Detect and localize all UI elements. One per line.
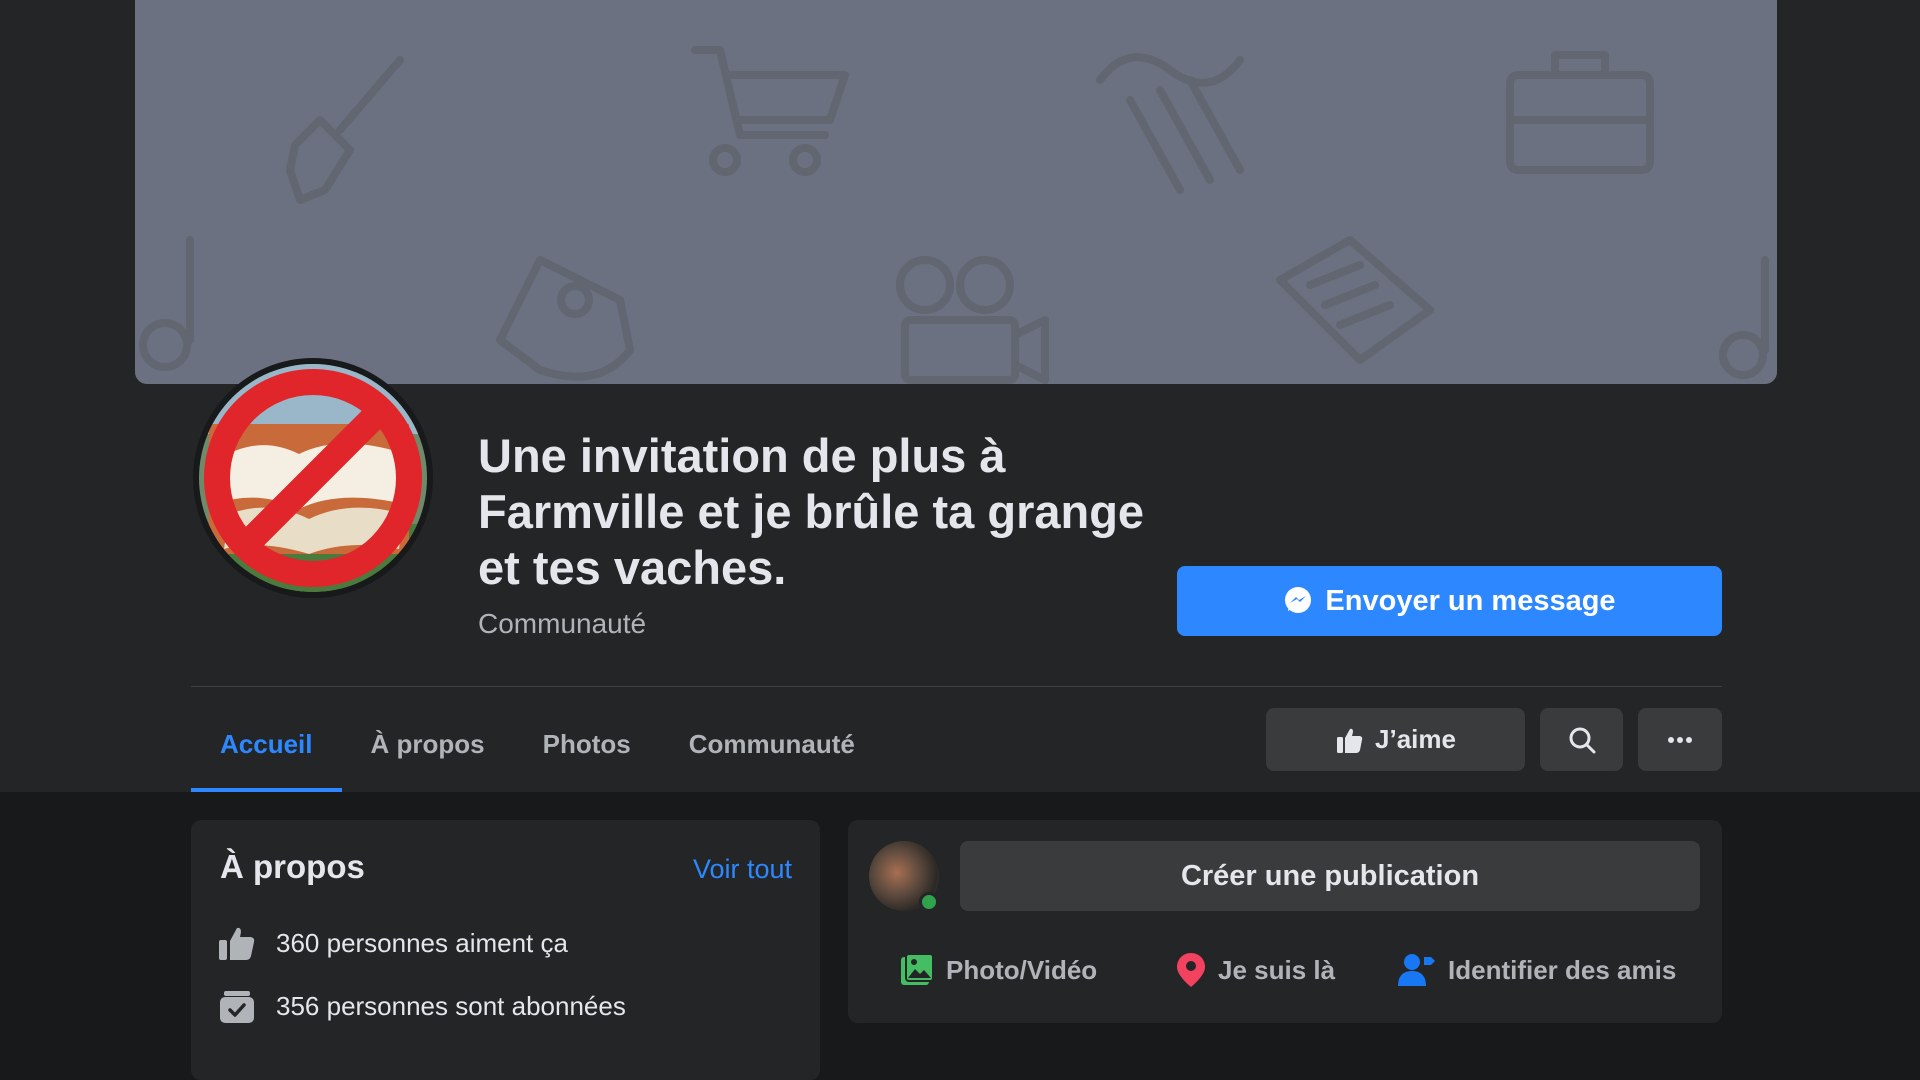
briefcase-icon bbox=[1506, 51, 1654, 174]
post-composer: Créer une publication Photo/Vidéo Je sui… bbox=[848, 820, 1722, 1023]
header-divider bbox=[191, 686, 1722, 687]
thumbs-up-icon bbox=[1335, 725, 1365, 755]
location-pin-icon bbox=[1176, 952, 1206, 988]
page-tabs: Accueil À propos Photos Communauté bbox=[191, 697, 884, 792]
paintbrush-icon bbox=[286, 56, 404, 204]
shopping-cart-icon bbox=[691, 46, 849, 176]
messenger-icon bbox=[1283, 586, 1313, 616]
tab-communaute[interactable]: Communauté bbox=[660, 697, 884, 792]
cover-pattern bbox=[139, 46, 1769, 384]
page-category[interactable]: Communauté bbox=[478, 608, 646, 640]
about-title: À propos bbox=[220, 848, 365, 885]
likes-count: 360 personnes aiment ça bbox=[276, 927, 568, 958]
no-farmville-logo bbox=[199, 364, 427, 592]
create-post-button[interactable]: Créer une publication bbox=[960, 841, 1700, 911]
tab-photos[interactable]: Photos bbox=[514, 697, 660, 792]
likes-count-row: 360 personnes aiment ça bbox=[218, 924, 568, 962]
music-note-icon bbox=[1719, 256, 1769, 379]
tab-label: Accueil bbox=[220, 729, 313, 759]
tag-friends-label: Identifier des amis bbox=[1448, 954, 1677, 985]
followers-count: 356 personnes sont abonnées bbox=[276, 990, 626, 1021]
create-post-label: Créer une publication bbox=[1180, 859, 1480, 892]
car-icon bbox=[496, 256, 634, 381]
like-label: J’aime bbox=[1375, 724, 1456, 754]
photo-video-button[interactable]: Photo/Vidéo bbox=[900, 942, 1097, 998]
tag-friends-icon bbox=[1398, 953, 1436, 987]
tab-label: À propos bbox=[370, 729, 485, 759]
tab-a-propos[interactable]: À propos bbox=[342, 697, 514, 792]
thumbs-up-icon bbox=[218, 924, 256, 962]
book-icon bbox=[1276, 236, 1434, 364]
tab-label: Photos bbox=[542, 729, 631, 759]
see-all-link[interactable]: Voir tout bbox=[693, 854, 792, 885]
more-button[interactable] bbox=[1638, 708, 1722, 771]
photo-video-icon bbox=[900, 953, 934, 987]
music-note-icon bbox=[139, 236, 194, 371]
column-icon bbox=[1096, 53, 1244, 194]
online-status-dot bbox=[919, 892, 939, 912]
photo-video-label: Photo/Vidéo bbox=[946, 954, 1098, 985]
tag-friends-button[interactable]: Identifier des amis bbox=[1398, 942, 1676, 998]
followers-icon bbox=[218, 987, 256, 1025]
search-button[interactable] bbox=[1540, 708, 1623, 771]
cover-photo[interactable] bbox=[135, 0, 1777, 384]
profile-picture[interactable] bbox=[193, 358, 433, 598]
followers-count-row: 356 personnes sont abonnées bbox=[218, 987, 626, 1025]
send-message-button[interactable]: Envoyer un message bbox=[1177, 566, 1722, 636]
checkin-label: Je suis là bbox=[1218, 954, 1336, 985]
search-icon bbox=[1568, 726, 1596, 754]
about-card: À propos Voir tout 360 personnes aiment … bbox=[191, 820, 820, 1080]
checkin-button[interactable]: Je suis là bbox=[1176, 942, 1335, 998]
page-title: Une invitation de plus à Farmville et je… bbox=[478, 429, 1145, 594]
tab-accueil[interactable]: Accueil bbox=[191, 697, 342, 792]
film-camera-icon bbox=[896, 256, 1049, 384]
like-page-button[interactable]: J’aime bbox=[1266, 708, 1525, 771]
more-icon bbox=[1667, 736, 1693, 744]
tab-label: Communauté bbox=[688, 729, 855, 759]
send-message-label: Envoyer un message bbox=[1325, 584, 1616, 617]
